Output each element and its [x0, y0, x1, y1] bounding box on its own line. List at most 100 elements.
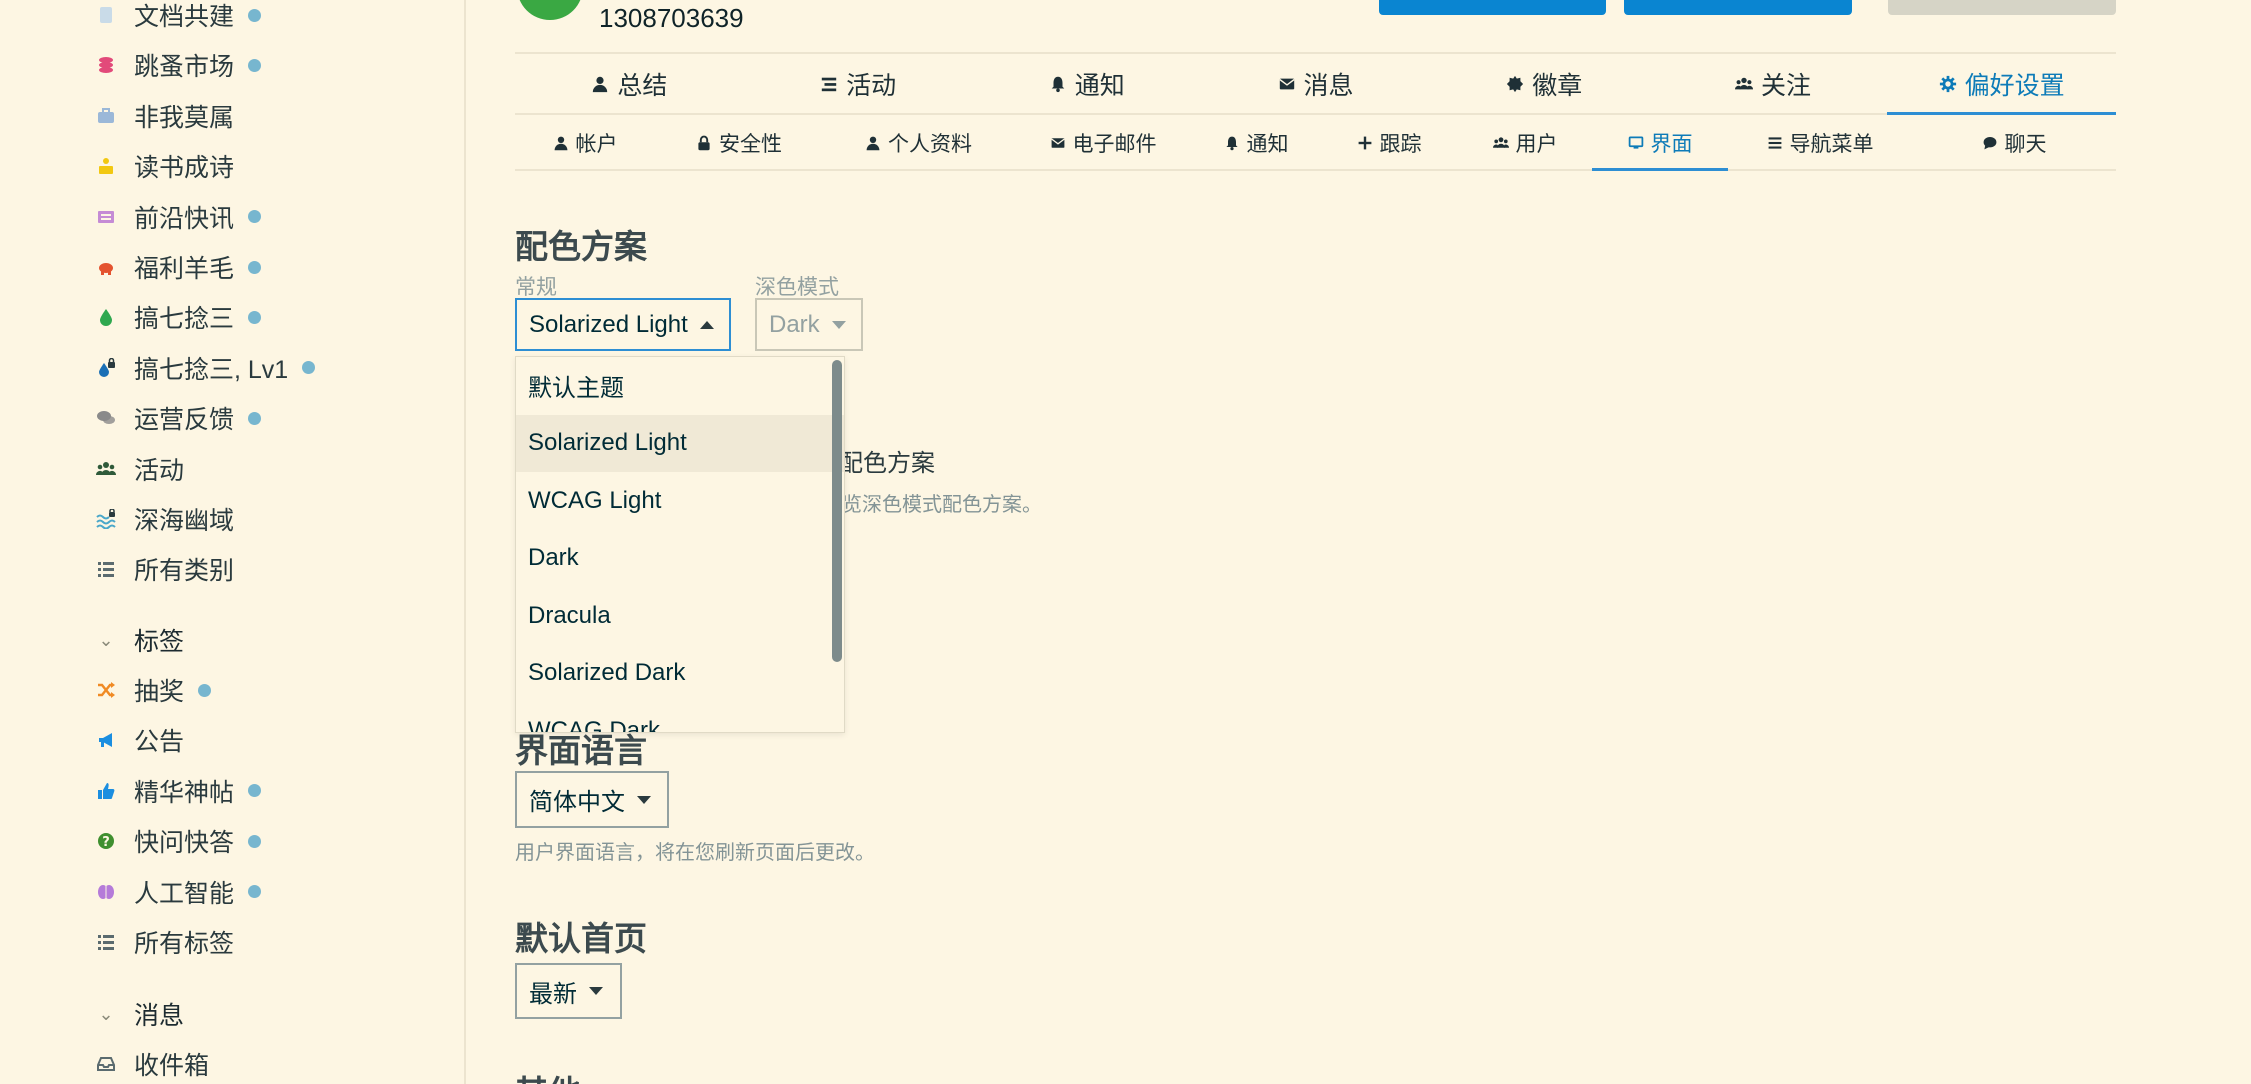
- svg-text:?: ?: [102, 835, 110, 850]
- header-secondary-button[interactable]: [1624, 0, 1852, 15]
- bars-icon: [1767, 135, 1783, 151]
- sidebar-item[interactable]: 所有类别: [96, 551, 234, 587]
- sidebar-item[interactable]: 抽奖: [96, 672, 212, 708]
- dark-mode-select[interactable]: Dark: [755, 298, 863, 351]
- homepage-select[interactable]: 最新: [515, 963, 622, 1019]
- coins-icon: [96, 55, 116, 75]
- users-icon: [1492, 135, 1509, 151]
- sidebar-item-label: 跳蚤市场: [134, 53, 235, 82]
- tab-8[interactable]: 导航菜单: [1728, 117, 1912, 169]
- tab-2[interactable]: 个人资料: [823, 117, 1014, 169]
- caret-down-icon: [831, 320, 846, 329]
- sidebar-item[interactable]: 福利羊毛: [96, 249, 262, 285]
- dropdown-option[interactable]: Solarized Dark: [516, 645, 844, 703]
- tab-1[interactable]: 安全性: [655, 117, 823, 169]
- language-select[interactable]: 简体中文: [515, 771, 669, 828]
- sidebar: 文档共建跳蚤市场非我莫属读书成诗前沿快讯福利羊毛搞七捻三搞七捻三, Lv1 运营反…: [0, 0, 466, 1084]
- book-reader-icon: [96, 156, 116, 176]
- tab-4[interactable]: 通知: [1192, 117, 1320, 169]
- unread-dot: [248, 885, 262, 899]
- sidebar-item[interactable]: 读书成诗: [96, 148, 234, 184]
- sidebar-item[interactable]: 前沿快讯: [96, 199, 262, 235]
- tab-3[interactable]: 消息: [1201, 54, 1430, 113]
- list-icon: [96, 932, 116, 952]
- sidebar-item[interactable]: 文档共建: [96, 0, 262, 33]
- sidebar-item-label: 所有标签: [134, 930, 235, 958]
- tab-5[interactable]: 跟踪: [1320, 117, 1458, 169]
- sidebar-item[interactable]: 所有标签: [96, 924, 234, 960]
- envelope-icon: [1278, 75, 1296, 93]
- sidebar-item[interactable]: 人工智能: [96, 874, 262, 910]
- briefcase-icon: [96, 106, 116, 126]
- tab-6[interactable]: 用户: [1458, 117, 1592, 169]
- sidebar-item[interactable]: 跳蚤市场: [96, 47, 262, 83]
- piggy-bank-icon: [96, 257, 116, 277]
- sidebar-item[interactable]: 搞七捻三, Lv1: [96, 350, 316, 386]
- unread-dot: [198, 683, 212, 697]
- sidebar-item-label: 活动: [134, 456, 185, 485]
- unread-dot: [248, 58, 262, 72]
- sidebar-item[interactable]: 运营反馈: [96, 400, 262, 436]
- bullhorn-icon: [96, 730, 116, 750]
- sidebar-item[interactable]: 精华神帖: [96, 773, 262, 809]
- users-icon: [1734, 75, 1753, 93]
- color-scheme-dropdown[interactable]: 默认主题 Solarized Light WCAG Light Dark Dracula…: [515, 356, 845, 733]
- tab-0[interactable]: 总结: [515, 54, 744, 113]
- header-tertiary-button[interactable]: [1888, 0, 2116, 15]
- lock-icon: [696, 135, 712, 151]
- desktop-icon: [1628, 135, 1644, 151]
- tab-5[interactable]: 关注: [1659, 54, 1888, 113]
- tab-label: 安全性: [719, 133, 782, 156]
- sidebar-item-label: 公告: [134, 728, 185, 757]
- tab-1[interactable]: 活动: [744, 54, 973, 113]
- tab-label: 帐户: [575, 133, 618, 156]
- tab-9[interactable]: 聊天: [1912, 117, 2116, 169]
- tags-header-label: 标签: [134, 628, 185, 656]
- dropdown-option[interactable]: Solarized Light: [516, 414, 844, 472]
- avatar[interactable]: [517, 0, 583, 20]
- tab-7[interactable]: 界面: [1592, 117, 1728, 171]
- dropdown-option[interactable]: Dracula: [516, 587, 844, 645]
- dropdown-option[interactable]: WCAG Dark: [516, 702, 844, 732]
- tab-label: 电子邮件: [1072, 133, 1157, 156]
- tab-0[interactable]: 帐户: [515, 117, 655, 169]
- unread-dot: [248, 784, 262, 798]
- language-help: 用户界面语言，将在您刷新页面后更改。: [515, 842, 875, 864]
- dropdown-option[interactable]: 默认主题: [516, 357, 844, 415]
- dropdown-option[interactable]: Dark: [516, 530, 844, 588]
- sidebar-item[interactable]: 公告: [96, 722, 184, 758]
- water-lock-icon: [96, 509, 116, 529]
- brain-icon: [96, 882, 116, 902]
- sidebar-item[interactable]: 搞七捻三: [96, 299, 262, 335]
- tags-section-header[interactable]: ⌄ 标签: [96, 622, 184, 658]
- caret-up-icon: [699, 320, 714, 329]
- regular-scheme-select[interactable]: Solarized Light: [515, 298, 731, 351]
- sidebar-item-label: 人工智能: [134, 879, 235, 908]
- unread-dot: [302, 361, 316, 375]
- chevron-down-icon: ⌄: [98, 1003, 114, 1024]
- sidebar-item[interactable]: 深海幽域: [96, 501, 234, 537]
- unread-dot: [248, 8, 262, 22]
- messages-header-label: 消息: [134, 1002, 185, 1030]
- secondary-nav: 帐户 安全性 个人资料 电子邮件 通知 跟踪 用户 界面 导航菜单 聊天: [515, 117, 2116, 171]
- user-icon: [553, 135, 569, 151]
- tab-6[interactable]: 偏好设置: [1887, 54, 2116, 115]
- sidebar-item[interactable]: 收件箱: [96, 1046, 209, 1082]
- tab-2[interactable]: 通知: [972, 54, 1201, 113]
- sidebar-item[interactable]: 非我莫属: [96, 98, 234, 134]
- unread-dot: [248, 310, 262, 324]
- tab-label: 个人资料: [888, 133, 972, 156]
- newspaper-icon: [96, 207, 116, 227]
- messages-section-header[interactable]: ⌄ 消息: [96, 996, 184, 1032]
- sidebar-item[interactable]: ? 快问快答: [96, 823, 262, 859]
- list-icon: [96, 559, 116, 579]
- sidebar-item[interactable]: 活动: [96, 451, 184, 487]
- dropdown-option[interactable]: WCAG Light: [516, 472, 844, 530]
- language-value: 简体中文: [529, 789, 625, 816]
- tab-label: 偏好设置: [1964, 71, 2065, 100]
- header-primary-button[interactable]: [1379, 0, 1606, 15]
- dropdown-scrollbar[interactable]: [832, 360, 842, 662]
- homepage-title: 默认首页: [515, 920, 647, 957]
- tab-4[interactable]: 徽章: [1430, 54, 1659, 113]
- tab-3[interactable]: 电子邮件: [1014, 117, 1192, 169]
